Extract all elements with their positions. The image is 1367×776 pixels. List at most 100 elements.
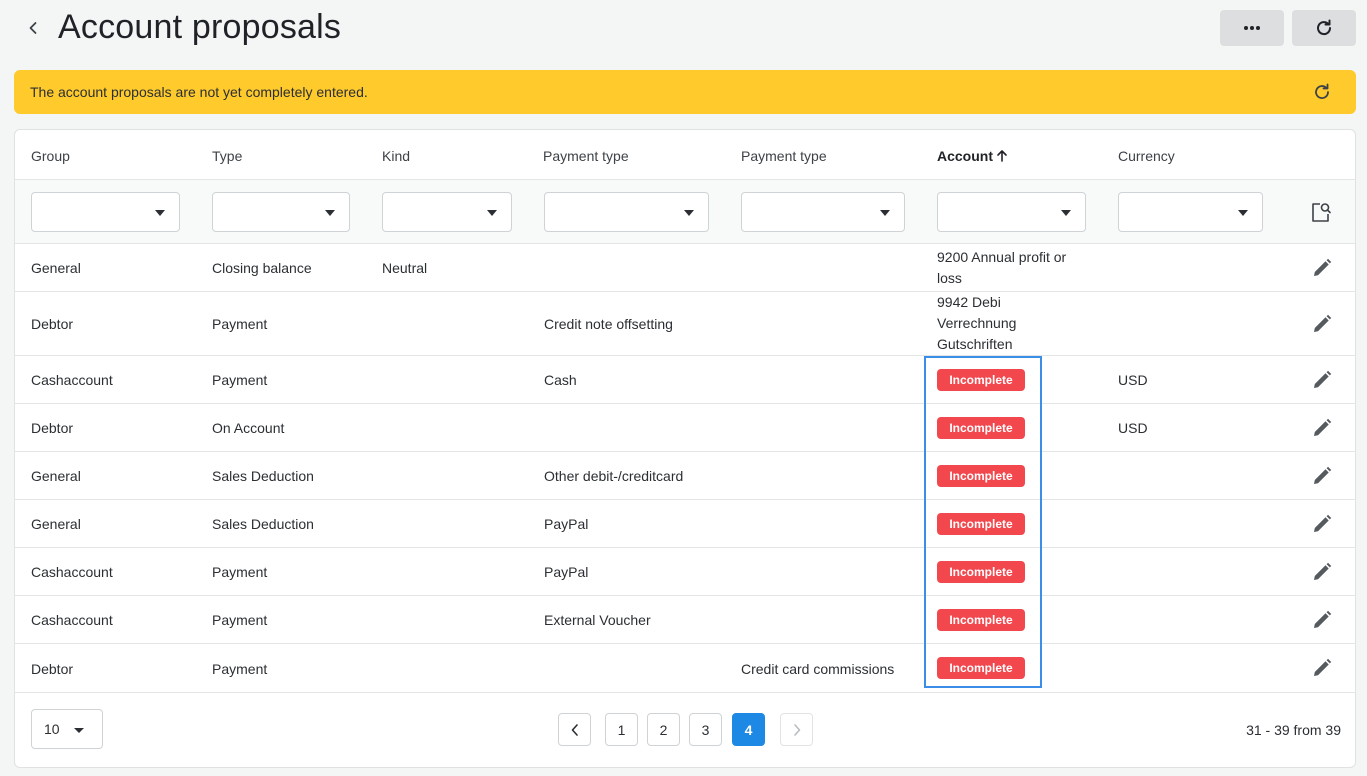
- caret-down-icon: [1061, 210, 1071, 216]
- filter-kind-select[interactable]: [382, 192, 512, 232]
- cell-group: Debtor: [31, 316, 74, 332]
- caret-down-icon: [1238, 210, 1248, 216]
- cell-currency: USD: [1118, 420, 1148, 436]
- warning-banner: The account proposals are not yet comple…: [14, 70, 1356, 114]
- cell-payment-type: PayPal: [544, 564, 589, 580]
- filter-currency-select[interactable]: [1118, 192, 1263, 232]
- edit-row-button[interactable]: [1311, 657, 1333, 679]
- page-size-value: 10: [44, 721, 60, 737]
- column-header-type[interactable]: Type: [212, 148, 242, 164]
- edit-row-button[interactable]: [1311, 561, 1333, 583]
- incomplete-badge: Incomplete: [937, 369, 1025, 391]
- edit-row-button[interactable]: [1311, 417, 1333, 439]
- more-options-button[interactable]: [1220, 10, 1284, 46]
- caret-down-icon: [684, 210, 694, 216]
- caret-down-icon: [155, 210, 165, 216]
- pencil-icon: [1314, 466, 1332, 484]
- pencil-icon: [1314, 562, 1332, 580]
- filter-payment-type-1-select[interactable]: [544, 192, 709, 232]
- edit-row-button[interactable]: [1311, 257, 1333, 279]
- filter-account-select[interactable]: [937, 192, 1086, 232]
- pagination-bar: 10 1 2 3 4 31 - 39 from 39: [15, 693, 1355, 767]
- column-header-kind[interactable]: Kind: [382, 148, 410, 164]
- page-size-select[interactable]: 10: [31, 709, 103, 749]
- page-button-1[interactable]: 1: [605, 713, 638, 746]
- cell-currency: USD: [1118, 372, 1148, 388]
- table-row[interactable]: Debtor On Account Incomplete USD: [15, 404, 1355, 452]
- cell-account: 9200 Annual profit or loss: [937, 249, 1067, 286]
- next-page-button[interactable]: [780, 713, 813, 746]
- incomplete-badge: Incomplete: [937, 465, 1025, 487]
- column-header-payment-type-2[interactable]: Payment type: [741, 148, 827, 164]
- table-row[interactable]: Cashaccount Payment PayPal Incomplete: [15, 548, 1355, 596]
- cell-group: Debtor: [31, 420, 74, 436]
- filter-search-icon: [1312, 203, 1331, 222]
- cell-group: General: [31, 260, 81, 276]
- back-button[interactable]: [22, 16, 44, 40]
- column-header-account[interactable]: Account: [937, 148, 1008, 164]
- filter-search-button[interactable]: [1309, 200, 1333, 224]
- incomplete-badge: Incomplete: [937, 513, 1025, 535]
- cell-group: Debtor: [31, 661, 74, 677]
- chevron-left-icon: [571, 723, 578, 736]
- pencil-icon: [1314, 514, 1332, 532]
- filter-type-select[interactable]: [212, 192, 350, 232]
- edit-row-button[interactable]: [1311, 313, 1333, 335]
- chevron-right-icon: [793, 723, 800, 736]
- cell-type: Sales Deduction: [212, 468, 314, 484]
- cell-payment-type: Credit note offsetting: [544, 316, 673, 332]
- previous-page-button[interactable]: [558, 713, 591, 746]
- cell-payment-type: Cash: [544, 372, 577, 388]
- cell-type: On Account: [212, 420, 285, 436]
- cell-group: Cashaccount: [31, 372, 113, 388]
- refresh-button[interactable]: [1292, 10, 1356, 46]
- cell-group: Cashaccount: [31, 564, 113, 580]
- cell-type: Sales Deduction: [212, 516, 314, 532]
- filter-payment-type-2-select[interactable]: [741, 192, 905, 232]
- caret-down-icon: [325, 210, 335, 216]
- pencil-icon: [1314, 610, 1332, 628]
- caret-down-icon: [880, 210, 890, 216]
- edit-row-button[interactable]: [1311, 369, 1333, 391]
- cell-group: General: [31, 468, 81, 484]
- account-proposals-table: Group Type Kind Payment type Payment typ…: [14, 129, 1356, 768]
- cell-type: Payment: [212, 661, 268, 677]
- cell-kind: Neutral: [382, 260, 428, 276]
- more-horizontal-icon: [1244, 26, 1260, 30]
- page-button-4-current[interactable]: 4: [732, 713, 765, 746]
- page-button-3[interactable]: 3: [689, 713, 722, 746]
- table-row[interactable]: Cashaccount Payment External Voucher Inc…: [15, 596, 1355, 644]
- filter-group-select[interactable]: [31, 192, 180, 232]
- table-row[interactable]: General Closing balance Neutral 9200 Ann…: [15, 244, 1355, 292]
- edit-row-button[interactable]: [1311, 609, 1333, 631]
- incomplete-badge: Incomplete: [937, 561, 1025, 583]
- cell-group: General: [31, 516, 81, 532]
- edit-row-button[interactable]: [1311, 465, 1333, 487]
- refresh-icon: [1317, 19, 1332, 36]
- banner-refresh-button[interactable]: [1312, 82, 1332, 102]
- cell-type: Payment: [212, 316, 268, 332]
- pagination-range-text: 31 - 39 from 39: [1246, 722, 1341, 738]
- table-row[interactable]: Cashaccount Payment Cash Incomplete USD: [15, 356, 1355, 404]
- table-row[interactable]: Debtor Payment Credit card commissions I…: [15, 644, 1355, 693]
- table-row[interactable]: Debtor Payment Credit note offsetting 99…: [15, 292, 1355, 356]
- pencil-icon: [1314, 370, 1332, 388]
- edit-row-button[interactable]: [1311, 513, 1333, 535]
- chevron-left-icon: [29, 22, 37, 34]
- cell-payment-type: PayPal: [544, 516, 589, 532]
- column-header-account-label: Account: [937, 148, 993, 164]
- table-row[interactable]: General Sales Deduction Other debit-/cre…: [15, 452, 1355, 500]
- column-header-group[interactable]: Group: [31, 148, 70, 164]
- table-row[interactable]: General Sales Deduction PayPal Incomplet…: [15, 500, 1355, 548]
- page-button-2[interactable]: 2: [647, 713, 680, 746]
- pencil-icon: [1314, 314, 1332, 332]
- column-header-payment-type-1[interactable]: Payment type: [543, 148, 629, 164]
- filter-row: [15, 179, 1355, 244]
- cell-type: Payment: [212, 612, 268, 628]
- column-header-currency[interactable]: Currency: [1118, 148, 1175, 164]
- caret-down-icon: [74, 728, 84, 733]
- cell-payment-type-2: Credit card commissions: [741, 661, 895, 677]
- pencil-icon: [1314, 258, 1332, 276]
- arrow-up-icon: [997, 150, 1007, 162]
- cell-payment-type: External Voucher: [544, 612, 651, 628]
